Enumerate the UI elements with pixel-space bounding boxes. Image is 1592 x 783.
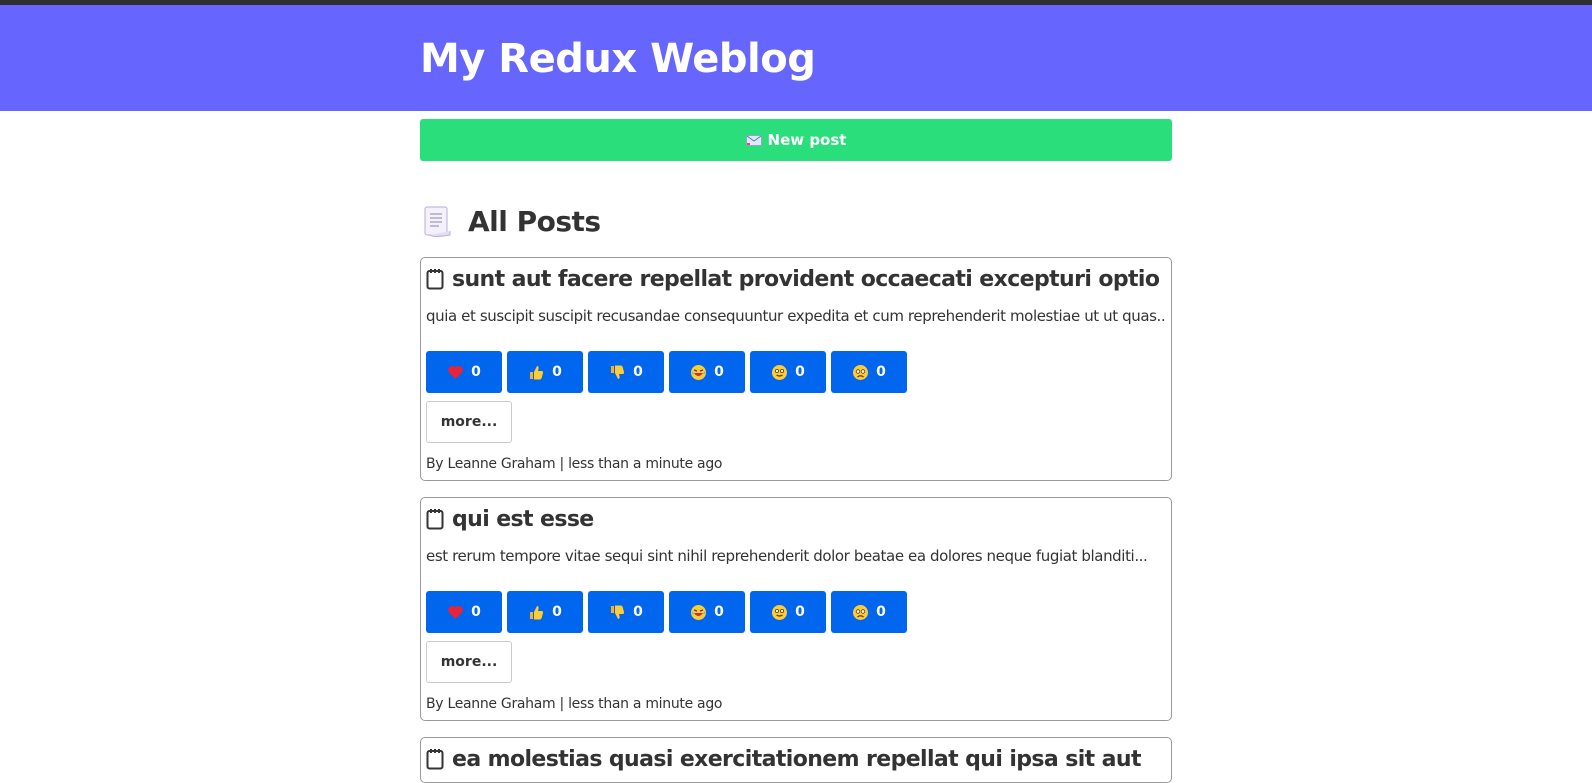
more-button[interactable]: more... — [426, 401, 512, 443]
laughing-face-icon — [690, 604, 707, 621]
new-post-button[interactable]: New post — [420, 119, 1172, 161]
byline-separator: | — [555, 696, 569, 712]
reaction-sad-button[interactable]: 0 — [831, 591, 907, 633]
thumbs-down-icon — [609, 364, 626, 381]
sad-face-icon — [852, 604, 869, 621]
section-title: All Posts — [468, 204, 601, 238]
heart-icon — [447, 604, 464, 621]
reaction-count: 0 — [795, 364, 805, 380]
reaction-count: 0 — [471, 364, 481, 380]
reaction-count: 0 — [876, 604, 886, 620]
thumbs-up-icon — [528, 364, 545, 381]
reaction-count: 0 — [876, 364, 886, 380]
reaction-heart-button[interactable]: 0 — [426, 351, 502, 393]
post-list: sunt aut facere repellat provident occae… — [420, 257, 1172, 783]
reaction-buttons: 0 0 0 0 0 0 — [426, 351, 1166, 393]
reaction-sad-button[interactable]: 0 — [831, 351, 907, 393]
post-byline: By Leanne Graham | less than a minute ag… — [426, 694, 1166, 714]
reaction-thumbs-down-button[interactable]: 0 — [588, 591, 664, 633]
sad-face-icon — [852, 364, 869, 381]
reaction-count: 0 — [633, 604, 643, 620]
reaction-thumbs-up-button[interactable]: 0 — [507, 591, 583, 633]
reaction-smile-button[interactable]: 0 — [750, 351, 826, 393]
post-card: sunt aut facere repellat provident occae… — [420, 257, 1172, 481]
post-title-text: qui est esse — [452, 506, 594, 532]
post-card: qui est esse est rerum tempore vitae seq… — [420, 497, 1172, 721]
reaction-count: 0 — [714, 364, 724, 380]
reaction-smile-button[interactable]: 0 — [750, 591, 826, 633]
post-title[interactable]: ea molestias quasi exercitationem repell… — [426, 742, 1166, 776]
post-byline: By Leanne Graham | less than a minute ag… — [426, 454, 1166, 474]
post-time: less than a minute ago — [568, 456, 723, 472]
reaction-thumbs-down-button[interactable]: 0 — [588, 351, 664, 393]
laughing-face-icon — [690, 364, 707, 381]
reaction-buttons: 0 0 0 0 0 0 — [426, 591, 1166, 633]
post-time: less than a minute ago — [568, 696, 723, 712]
post-card: ea molestias quasi exercitationem repell… — [420, 737, 1172, 783]
post-excerpt: quia et suscipit suscipit recusandae con… — [426, 307, 1166, 325]
reaction-count: 0 — [795, 604, 805, 620]
post-author: By Leanne Graham — [426, 696, 556, 712]
smiling-face-icon — [771, 364, 788, 381]
notepad-icon — [426, 508, 444, 530]
post-title[interactable]: sunt aut facere repellat provident occae… — [426, 262, 1166, 296]
main-content: New post All Posts sunt aut facere repel… — [420, 119, 1172, 783]
reaction-thumbs-up-button[interactable]: 0 — [507, 351, 583, 393]
more-button[interactable]: more... — [426, 641, 512, 683]
post-title[interactable]: qui est esse — [426, 502, 1166, 536]
new-post-label: New post — [767, 131, 847, 149]
section-heading: All Posts — [420, 201, 1172, 241]
smiling-face-icon — [771, 604, 788, 621]
heart-icon — [447, 364, 464, 381]
reaction-count: 0 — [633, 364, 643, 380]
post-excerpt: est rerum tempore vitae sequi sint nihil… — [426, 547, 1148, 565]
byline-separator: | — [555, 456, 569, 472]
thumbs-down-icon — [609, 604, 626, 621]
reaction-count: 0 — [552, 364, 562, 380]
reaction-heart-button[interactable]: 0 — [426, 591, 502, 633]
reaction-count: 0 — [471, 604, 481, 620]
reaction-count: 0 — [714, 604, 724, 620]
post-title-text: sunt aut facere repellat provident occae… — [452, 266, 1166, 292]
envelope-icon — [745, 134, 762, 146]
post-title-text: ea molestias quasi exercitationem repell… — [452, 746, 1141, 772]
page-icon — [420, 204, 454, 238]
notepad-icon — [426, 268, 444, 290]
thumbs-up-icon — [528, 604, 545, 621]
header-container: My Redux Weblog — [420, 5, 1172, 85]
site-header: My Redux Weblog — [0, 5, 1592, 111]
site-title[interactable]: My Redux Weblog — [420, 5, 1172, 85]
reaction-laugh-button[interactable]: 0 — [669, 351, 745, 393]
post-author: By Leanne Graham — [426, 456, 556, 472]
reaction-laugh-button[interactable]: 0 — [669, 591, 745, 633]
reaction-count: 0 — [552, 604, 562, 620]
